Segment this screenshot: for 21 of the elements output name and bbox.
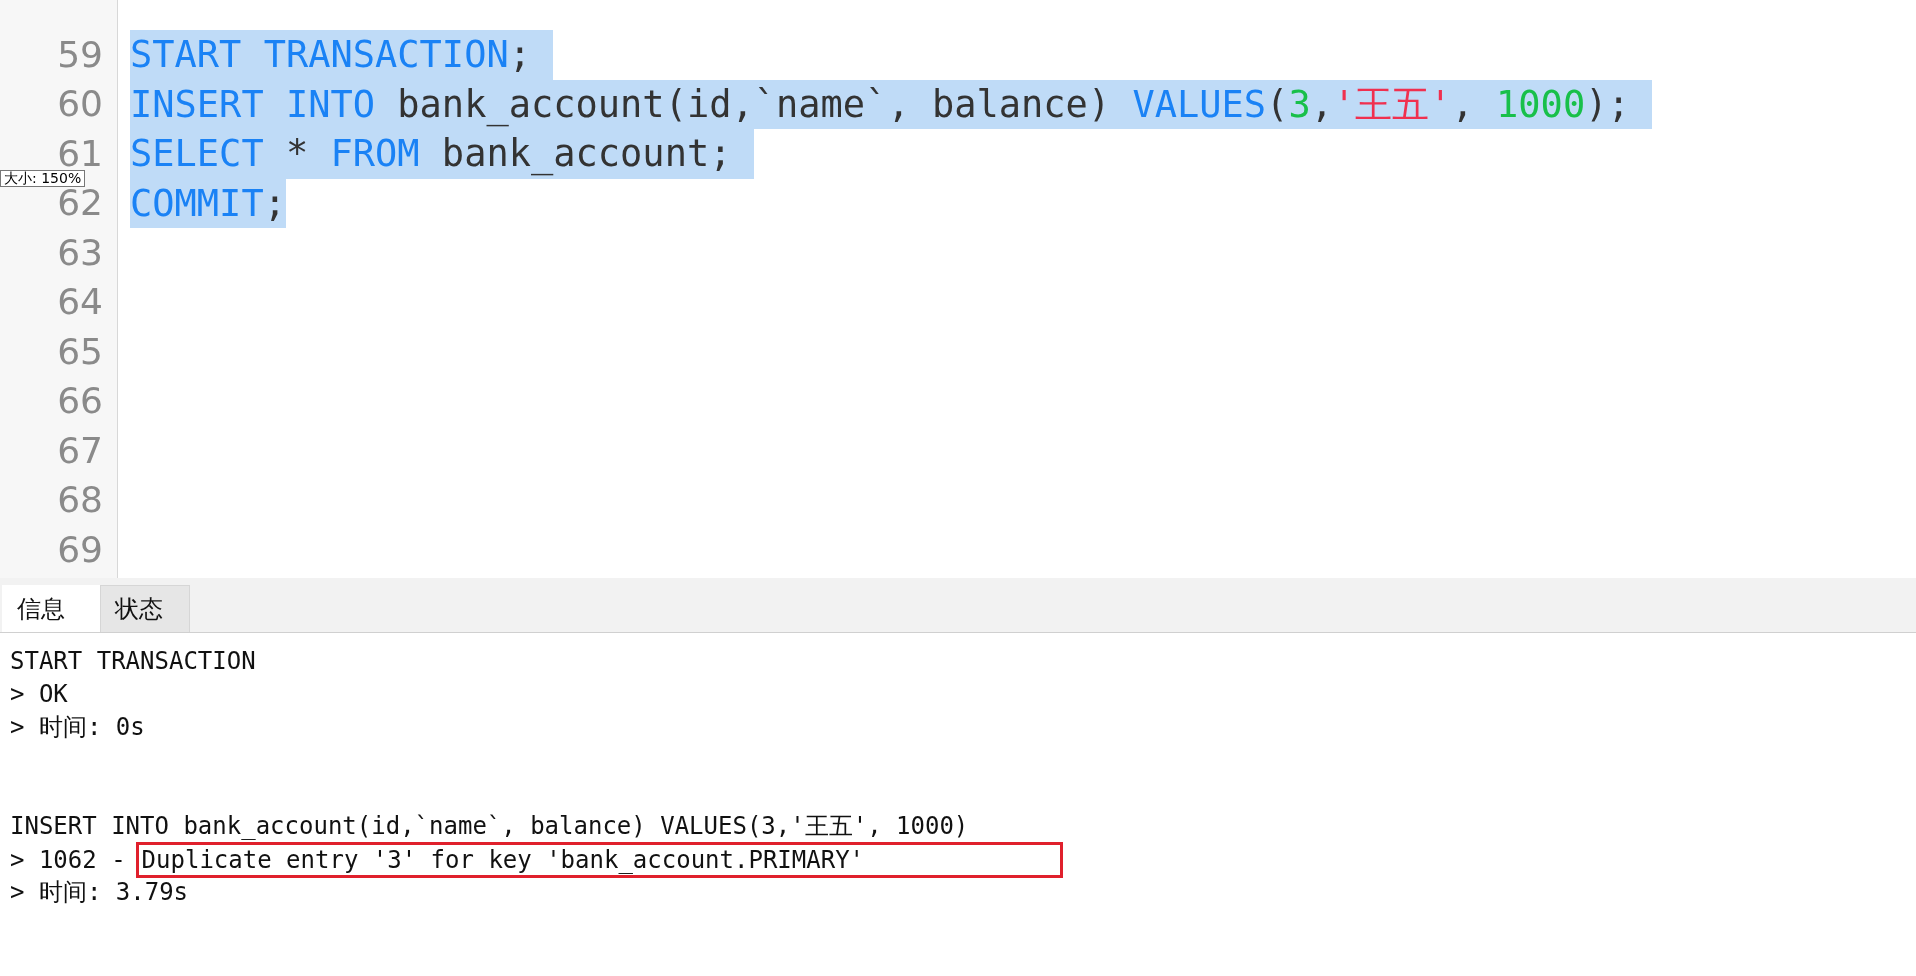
error-code: > 1062 - [10, 845, 126, 874]
line-number: 60 [57, 88, 103, 121]
line-number: 62 [57, 187, 103, 220]
output-line: START TRANSACTION [10, 646, 256, 677]
output-line: INSERT INTO bank_account(id,`name`, balance) VALUES(3,'王五', 1000) [10, 811, 969, 842]
line-number: 61 [57, 137, 103, 170]
line-number: 67 [57, 434, 103, 467]
line-number: 63 [57, 236, 103, 269]
line-number: 69 [57, 533, 103, 566]
output-line: > 时间: 3.79s [10, 877, 189, 908]
line-number: 64 [57, 286, 103, 319]
line-number: 68 [57, 484, 103, 517]
line-number: 66 [57, 385, 103, 418]
output-line: > 时间: 0s [10, 712, 145, 743]
error-message: Duplicate entry '3' for key 'bank_account.PRIMARY' [135, 841, 1064, 878]
line-number: 65 [57, 335, 103, 368]
line-number: 59 [57, 38, 103, 71]
tab[interactable]: 信息 [2, 585, 100, 632]
output-line: > OK [10, 679, 68, 710]
tab[interactable]: 状态 [100, 585, 190, 632]
zoom-tooltip: 大小: 150% [0, 170, 86, 187]
